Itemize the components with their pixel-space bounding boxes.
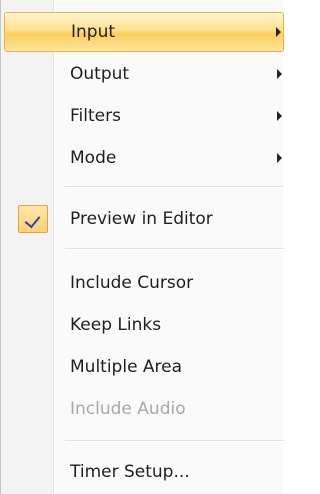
- menu-separator: [65, 248, 284, 250]
- menu-item-label: Mode: [70, 148, 117, 168]
- menu-separator: [65, 186, 284, 188]
- menu-item-mode[interactable]: Mode: [4, 138, 284, 178]
- menu-item-output[interactable]: Output: [4, 54, 284, 94]
- submenu-arrow-icon: [277, 153, 282, 163]
- menu-item-preview-in-editor[interactable]: Preview in Editor: [4, 199, 284, 239]
- menu-item-label: Include Cursor: [70, 273, 194, 293]
- checkmark-icon: [18, 205, 48, 233]
- menu-item-input[interactable]: Input: [4, 12, 284, 52]
- menu-item-include-cursor[interactable]: Include Cursor: [4, 263, 284, 303]
- menu-item-filters[interactable]: Filters: [4, 96, 284, 136]
- menu-item-label: Input: [71, 22, 116, 42]
- menu-item-include-audio: Include Audio: [4, 389, 284, 429]
- menu-separator: [65, 440, 284, 442]
- submenu-arrow-icon: [277, 69, 282, 79]
- context-menu: Input Output Filters Mode Preview in Edi…: [0, 0, 284, 494]
- menu-item-label: Timer Setup...: [70, 462, 190, 482]
- menu-item-label: Output: [70, 64, 130, 84]
- menu-item-label: Keep Links: [70, 315, 162, 335]
- menu-item-label: Filters: [70, 106, 121, 126]
- menu-item-timer-setup[interactable]: Timer Setup...: [4, 452, 284, 492]
- menu-item-label: Preview in Editor: [70, 209, 213, 229]
- menu-item-label: Include Audio: [70, 399, 186, 419]
- menu-item-keep-links[interactable]: Keep Links: [4, 305, 284, 345]
- submenu-arrow-icon: [276, 27, 281, 37]
- menu-item-label: Multiple Area: [70, 357, 183, 377]
- submenu-arrow-icon: [277, 111, 282, 121]
- menu-item-multiple-area[interactable]: Multiple Area: [4, 347, 284, 387]
